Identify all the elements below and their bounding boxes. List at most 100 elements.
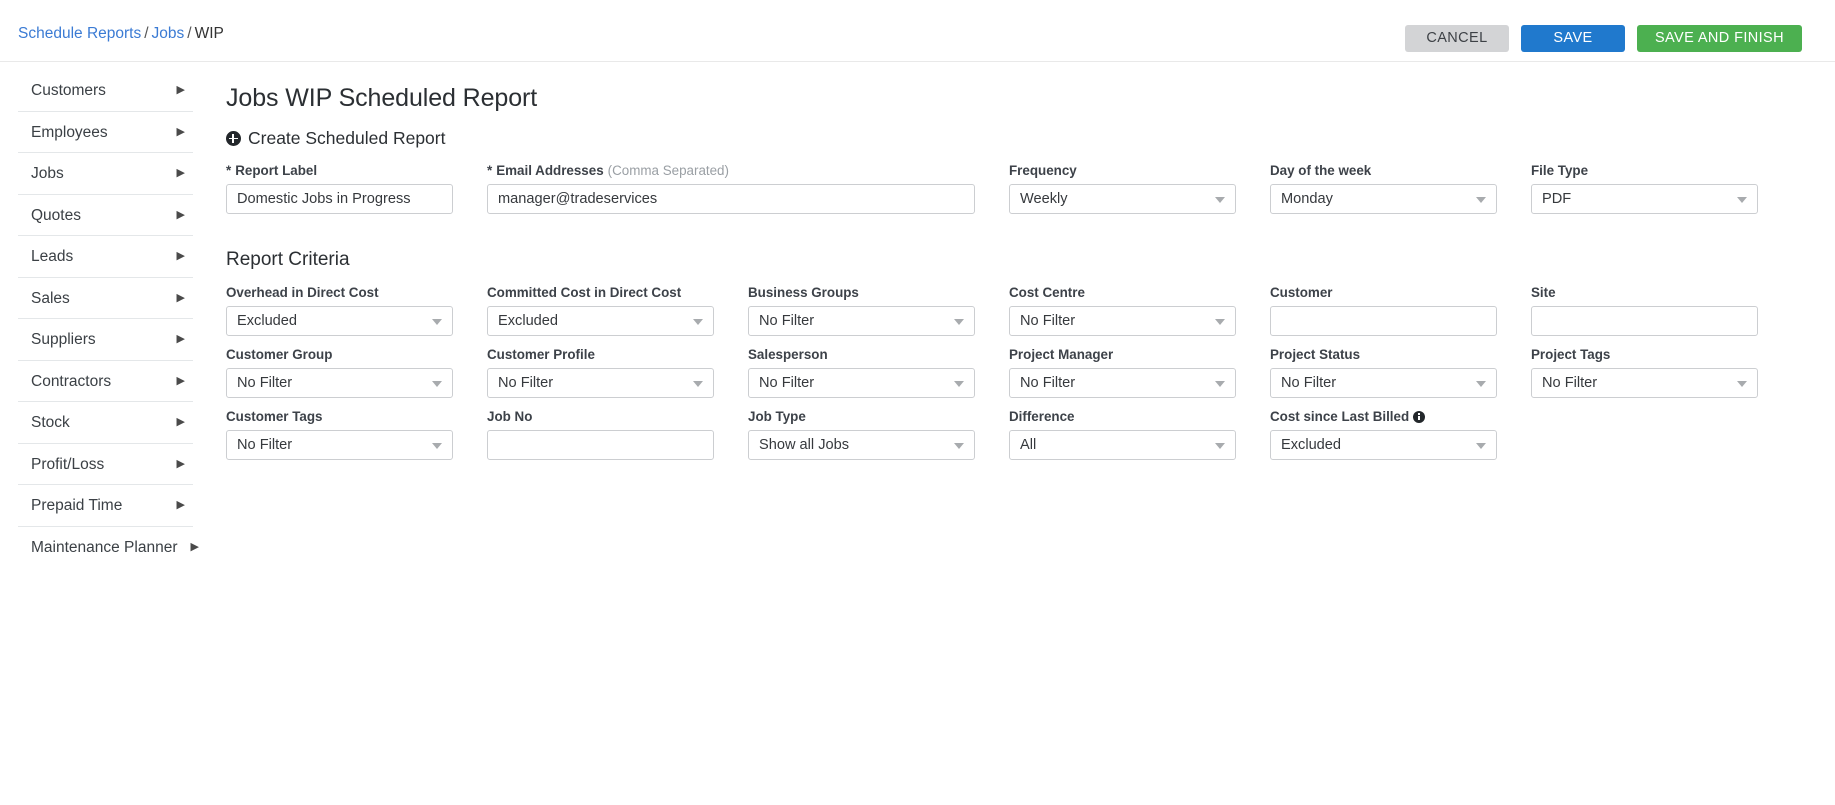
field-spacer <box>1531 409 1792 460</box>
chevron-down-icon <box>432 381 442 387</box>
day-of-week-value: Monday <box>1281 191 1333 207</box>
top-bar: Schedule Reports / Jobs / WIP CANCEL SAVE SA… <box>0 0 1835 62</box>
chevron-down-icon <box>1215 381 1225 387</box>
sidebar-item-quotes[interactable]: Quotes ▶ <box>18 195 193 236</box>
sidebar-item-prepaid-time[interactable]: Prepaid Time ▶ <box>18 485 193 527</box>
field-customer: Customer <box>1270 285 1531 336</box>
save-and-finish-button[interactable]: SAVE AND FINISH <box>1636 25 1802 52</box>
field-project-tags: Project Tags No Filter <box>1531 347 1792 398</box>
breadcrumb-separator: / <box>187 25 192 42</box>
field-site: Site <box>1531 285 1792 336</box>
label-text: File Type <box>1531 163 1589 178</box>
customer-profile-value: No Filter <box>498 375 554 391</box>
field-customer-group: Customer Group No Filter <box>226 347 487 398</box>
customer-label: Customer <box>1270 285 1497 300</box>
sidebar-item-leads[interactable]: Leads ▶ <box>18 236 193 278</box>
frequency-select[interactable]: Weekly <box>1009 184 1236 214</box>
chevron-right-icon: ▶ <box>176 84 185 96</box>
report-label-label: * Report Label <box>226 163 453 178</box>
chevron-right-icon: ▶ <box>176 499 185 511</box>
breadcrumb-item-jobs[interactable]: Jobs <box>152 25 185 42</box>
site-input[interactable] <box>1531 306 1758 336</box>
cost-centre-label: Cost Centre <box>1009 285 1236 300</box>
sidebar-item-label: Customers <box>31 82 106 99</box>
salesperson-label: Salesperson <box>748 347 975 362</box>
file-type-select[interactable]: PDF <box>1531 184 1758 214</box>
salesperson-select[interactable]: No Filter <box>748 368 975 398</box>
chevron-right-icon: ▶ <box>176 167 185 179</box>
sidebar-item-contractors[interactable]: Contractors ▶ <box>18 361 193 402</box>
chevron-right-icon: ▶ <box>176 457 185 470</box>
schedule-settings-grid: * Report Label Domestic Jobs in Progress… <box>226 163 1795 225</box>
day-of-week-select[interactable]: Monday <box>1270 184 1497 214</box>
create-scheduled-report-button[interactable]: Create Scheduled Report <box>226 128 445 149</box>
field-report-label: * Report Label Domestic Jobs in Progress <box>226 163 487 214</box>
sidebar-item-maintenance-planner[interactable]: Maintenance Planner ▶ <box>18 527 199 569</box>
info-icon[interactable] <box>1413 410 1426 423</box>
frequency-value: Weekly <box>1020 191 1068 207</box>
chevron-down-icon <box>693 381 703 387</box>
sidebar-item-label: Suppliers <box>31 331 96 348</box>
customer-profile-select[interactable]: No Filter <box>487 368 714 398</box>
field-customer-profile: Customer Profile No Filter <box>487 347 748 398</box>
field-customer-tags: Customer Tags No Filter <box>226 409 487 460</box>
customer-tags-value: No Filter <box>237 437 293 453</box>
sidebar-item-customers[interactable]: Customers ▶ <box>18 70 193 112</box>
customer-group-select[interactable]: No Filter <box>226 368 453 398</box>
customer-input[interactable] <box>1270 306 1497 336</box>
committed-cost-in-direct-cost-select[interactable]: Excluded <box>487 306 714 336</box>
label-text: Overhead in Direct Cost <box>226 285 379 300</box>
difference-select[interactable]: All <box>1009 430 1236 460</box>
save-button[interactable]: SAVE <box>1520 25 1625 52</box>
cost-since-last-billed-select[interactable]: Excluded <box>1270 430 1497 460</box>
chevron-right-icon: ▶ <box>176 333 185 345</box>
project-manager-select[interactable]: No Filter <box>1009 368 1236 398</box>
sidebar-item-employees[interactable]: Employees ▶ <box>18 112 193 153</box>
chevron-right-icon: ▶ <box>176 250 185 262</box>
email-addresses-input[interactable]: manager@tradeservices <box>487 184 975 214</box>
file-type-label: File Type <box>1531 163 1758 178</box>
customer-group-label: Customer Group <box>226 347 453 362</box>
breadcrumb-item-schedule-reports[interactable]: Schedule Reports <box>18 25 141 42</box>
sidebar-item-label: Prepaid Time <box>31 497 123 514</box>
chevron-right-icon: ▶ <box>190 540 199 553</box>
sidebar-item-label: Leads <box>31 248 74 265</box>
sidebar-item-label: Quotes <box>31 206 81 224</box>
sidebar-item-suppliers[interactable]: Suppliers ▶ <box>18 319 193 361</box>
day-of-week-label: Day of the week <box>1270 163 1497 178</box>
job-type-value: Show all Jobs <box>759 437 850 453</box>
field-email-addresses: * Email Addresses (Comma Separated) mana… <box>487 163 1009 214</box>
field-project-manager: Project Manager No Filter <box>1009 347 1270 398</box>
customer-tags-select[interactable]: No Filter <box>226 430 453 460</box>
sidebar-item-label: Maintenance Planner <box>31 538 178 556</box>
sidebar-item-stock[interactable]: Stock ▶ <box>18 402 193 444</box>
chevron-down-icon <box>1215 443 1225 449</box>
chevron-down-icon <box>954 319 964 325</box>
field-cost-since-last-billed: Cost since Last Billed Excluded <box>1270 409 1531 460</box>
chevron-down-icon <box>1215 319 1225 325</box>
project-tags-select[interactable]: No Filter <box>1531 368 1758 398</box>
label-text: Customer Group <box>226 347 333 362</box>
cost-centre-value: No Filter <box>1020 313 1076 329</box>
toolbar-actions: CANCEL SAVE SAVE AND FINISH <box>1404 25 1802 52</box>
project-tags-value: No Filter <box>1542 375 1598 391</box>
sidebar-item-jobs[interactable]: Jobs ▶ <box>18 153 193 195</box>
chevron-right-icon: ▶ <box>176 416 185 428</box>
project-status-select[interactable]: No Filter <box>1270 368 1497 398</box>
sidebar-item-sales[interactable]: Sales ▶ <box>18 278 193 319</box>
sidebar: Customers ▶ Employees ▶ Jobs ▶ Quotes ▶ … <box>18 70 199 569</box>
customer-tags-label: Customer Tags <box>226 409 453 424</box>
business-groups-select[interactable]: No Filter <box>748 306 975 336</box>
report-criteria-title: Report Criteria <box>226 249 350 270</box>
job-no-input[interactable] <box>487 430 714 460</box>
report-label-input[interactable]: Domestic Jobs in Progress <box>226 184 453 214</box>
sidebar-item-label: Sales <box>31 289 70 307</box>
customer-profile-label: Customer Profile <box>487 347 714 362</box>
cancel-button[interactable]: CANCEL <box>1404 25 1509 52</box>
cost-centre-select[interactable]: No Filter <box>1009 306 1236 336</box>
sidebar-item-profit-loss[interactable]: Profit/Loss ▶ <box>18 444 193 485</box>
overhead-in-direct-cost-select[interactable]: Excluded <box>226 306 453 336</box>
breadcrumb: Schedule Reports / Jobs / WIP <box>18 25 224 43</box>
label-text: Business Groups <box>748 285 859 300</box>
job-type-select[interactable]: Show all Jobs <box>748 430 975 460</box>
